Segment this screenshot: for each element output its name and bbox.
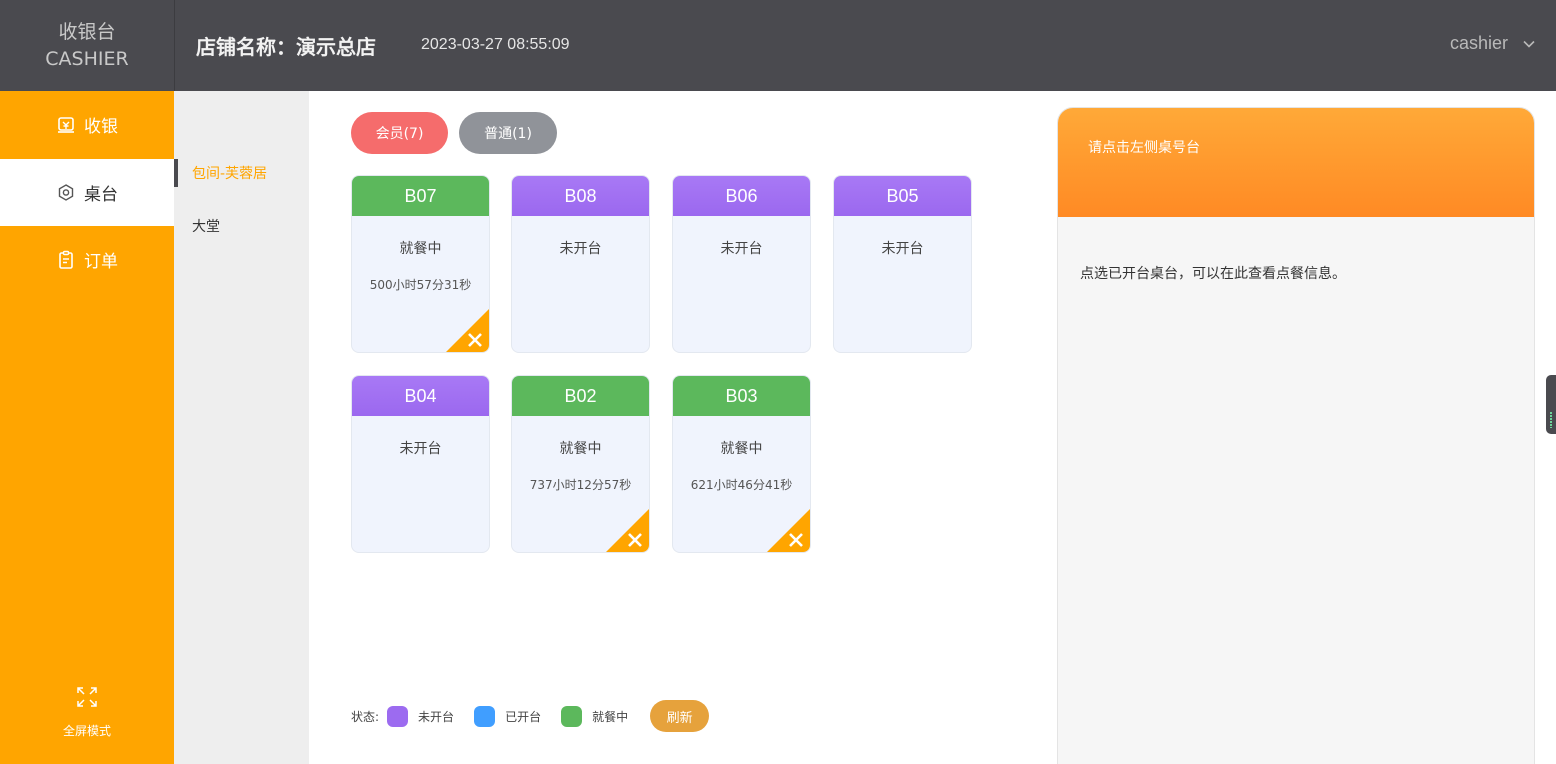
- current-datetime: 2023-03-27 08:55:09: [421, 36, 570, 53]
- legend-title: 状态:: [351, 709, 380, 724]
- table-status: 未开台: [720, 241, 763, 257]
- table-duration: 500小时57分31秒: [369, 278, 472, 292]
- legend-swatch-opened: [474, 705, 496, 727]
- main-sidebar: 收银 桌台 订单 全屏模式: [0, 91, 174, 764]
- table-card-b04[interactable]: B04 未开台: [351, 375, 490, 553]
- table-card-b05[interactable]: B05 未开台: [833, 175, 972, 353]
- close-table-icon[interactable]: [767, 509, 810, 552]
- close-table-icon[interactable]: [446, 309, 489, 352]
- top-header: 收银台 CASHIER 店铺名称：演示总店 2023-03-27 08:55:0…: [0, 0, 1556, 91]
- clipboard-order-icon: [59, 250, 73, 269]
- legend-swatch-dining: [561, 705, 583, 727]
- table-status: 就餐中: [399, 241, 442, 257]
- status-legend: 状态: 未开台 已开台 就餐中 刷新: [351, 700, 710, 732]
- filter-member-button[interactable]: 会员(7): [351, 112, 448, 154]
- legend-label-opened: 已开台: [505, 709, 542, 724]
- table-card-b08[interactable]: B08 未开台: [511, 175, 650, 353]
- table-number: B04: [352, 376, 489, 416]
- side-drawer-handle[interactable]: [1546, 375, 1556, 434]
- legend-swatch-closed: [387, 705, 409, 727]
- filter-normal-button[interactable]: 普通(1): [459, 112, 557, 154]
- table-card-b02[interactable]: B02 就餐中 737小时12分57秒: [511, 375, 650, 553]
- table-card-b06[interactable]: B06 未开台: [672, 175, 811, 353]
- fullscreen-button[interactable]: 全屏模式: [0, 686, 174, 739]
- table-status: 未开台: [559, 241, 602, 257]
- nav-cashier[interactable]: 收银: [0, 91, 174, 158]
- table-number: B05: [834, 176, 971, 216]
- legend-label-closed: 未开台: [418, 709, 455, 724]
- nav-cashier-label: 收银: [84, 117, 118, 137]
- legend-label-dining: 就餐中: [592, 709, 629, 724]
- close-table-icon[interactable]: [606, 509, 649, 552]
- refresh-button[interactable]: 刷新: [650, 700, 710, 732]
- fullscreen-label: 全屏模式: [62, 724, 111, 738]
- store-name: 店铺名称：演示总店: [196, 35, 376, 59]
- user-menu[interactable]: cashier: [1450, 33, 1536, 54]
- table-status: 未开台: [399, 441, 442, 457]
- area-item-hall[interactable]: 大堂: [174, 212, 309, 240]
- table-gear-icon: [58, 183, 74, 201]
- table-card-b03[interactable]: B03 就餐中 621小时46分41秒: [672, 375, 811, 553]
- chevron-down-icon: [1523, 40, 1535, 48]
- table-status: 就餐中: [559, 441, 602, 457]
- detail-hint: 点选已开台桌台，可以在此查看点餐信息。: [1080, 266, 1346, 282]
- detail-header: 请点击左侧桌号台: [1058, 108, 1534, 217]
- table-number: B07: [352, 176, 489, 216]
- area-list: 包间-芙蓉居 大堂: [174, 91, 309, 764]
- table-card-b07[interactable]: B07 就餐中 500小时57分31秒: [351, 175, 490, 353]
- area-item-furongju[interactable]: 包间-芙蓉居: [174, 159, 309, 187]
- table-grid-panel: 会员(7) 普通(1) B07 就餐中 500小时57分31秒 B08 未开台 …: [309, 91, 1057, 764]
- table-number: B06: [673, 176, 810, 216]
- brand-subtitle: CASHIER: [45, 47, 129, 70]
- cash-register-icon: [58, 116, 74, 133]
- nav-tables[interactable]: 桌台: [0, 159, 174, 226]
- brand-logo: 收银台 CASHIER: [0, 0, 175, 91]
- table-duration: 737小时12分57秒: [529, 478, 632, 492]
- handle-grip-icon: [1550, 412, 1552, 428]
- table-status: 未开台: [881, 241, 924, 257]
- table-number: B02: [512, 376, 649, 416]
- expand-icon: [77, 687, 97, 707]
- brand-title: 收银台: [58, 20, 116, 43]
- nav-orders[interactable]: 订单: [0, 226, 174, 293]
- table-status: 就餐中: [720, 441, 763, 457]
- nav-tables-label: 桌台: [84, 185, 118, 205]
- order-detail-panel: 请点击左侧桌号台 点选已开台桌台，可以在此查看点餐信息。: [1057, 107, 1535, 764]
- table-number: B03: [673, 376, 810, 416]
- user-name: cashier: [1449, 33, 1508, 53]
- table-duration: 621小时46分41秒: [690, 478, 793, 492]
- nav-orders-label: 订单: [84, 252, 118, 272]
- table-number: B08: [512, 176, 649, 216]
